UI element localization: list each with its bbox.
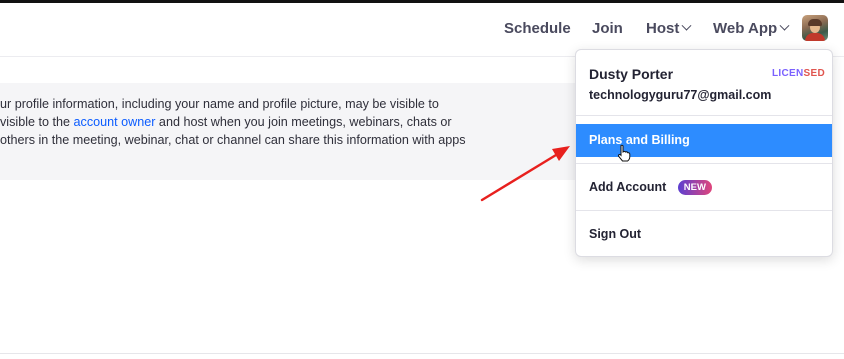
- notice-line-2-post: and host when you join meetings, webinar…: [155, 115, 452, 129]
- menu-item-plans-and-billing[interactable]: Plans and Billing: [576, 124, 832, 157]
- avatar-shirt: [805, 33, 825, 41]
- nav-host-label: Host: [646, 20, 680, 37]
- nav-join[interactable]: Join: [592, 20, 623, 37]
- nav-web-app-label: Web App: [713, 20, 778, 37]
- profile-dropdown-menu: Dusty Porter LICENSED technologyguru77@g…: [575, 49, 833, 257]
- user-name: Dusty Porter: [589, 66, 674, 82]
- menu-divider: [576, 163, 832, 164]
- profile-privacy-notice: ur profile information, including your n…: [0, 83, 585, 180]
- account-owner-link[interactable]: account owner: [74, 115, 156, 129]
- menu-divider: [576, 115, 832, 116]
- menu-item-label: Plans and Billing: [589, 133, 690, 147]
- notice-line-1: ur profile information, including your n…: [0, 97, 439, 111]
- notice-line-2-pre: visible to the: [0, 115, 74, 129]
- menu-item-label: Add Account: [589, 180, 667, 194]
- avatar[interactable]: [802, 15, 828, 41]
- menu-divider: [576, 210, 832, 211]
- notice-line-2: visible to the account owner and host wh…: [0, 113, 452, 131]
- license-badge: LICENSED: [772, 68, 825, 79]
- nav-host[interactable]: Host: [646, 20, 692, 37]
- menu-item-label: Sign Out: [589, 227, 642, 241]
- menu-item-add-account[interactable]: Add Account NEW: [576, 171, 832, 204]
- license-badge-part2: SED: [803, 68, 825, 79]
- nav-web-app[interactable]: Web App: [713, 20, 790, 37]
- hand-cursor-icon: [617, 144, 631, 162]
- nav-schedule[interactable]: Schedule: [504, 20, 571, 37]
- menu-item-sign-out[interactable]: Sign Out: [576, 218, 832, 251]
- user-email: technologyguru77@gmail.com: [589, 88, 772, 102]
- chevron-down-icon: [681, 20, 692, 31]
- license-badge-part1: LICEN: [772, 68, 804, 79]
- chevron-down-icon: [779, 20, 790, 31]
- new-badge: NEW: [677, 180, 712, 196]
- avatar-hair: [808, 19, 822, 26]
- notice-line-3: others in the meeting, webinar, chat or …: [0, 133, 466, 147]
- divider: [0, 353, 844, 354]
